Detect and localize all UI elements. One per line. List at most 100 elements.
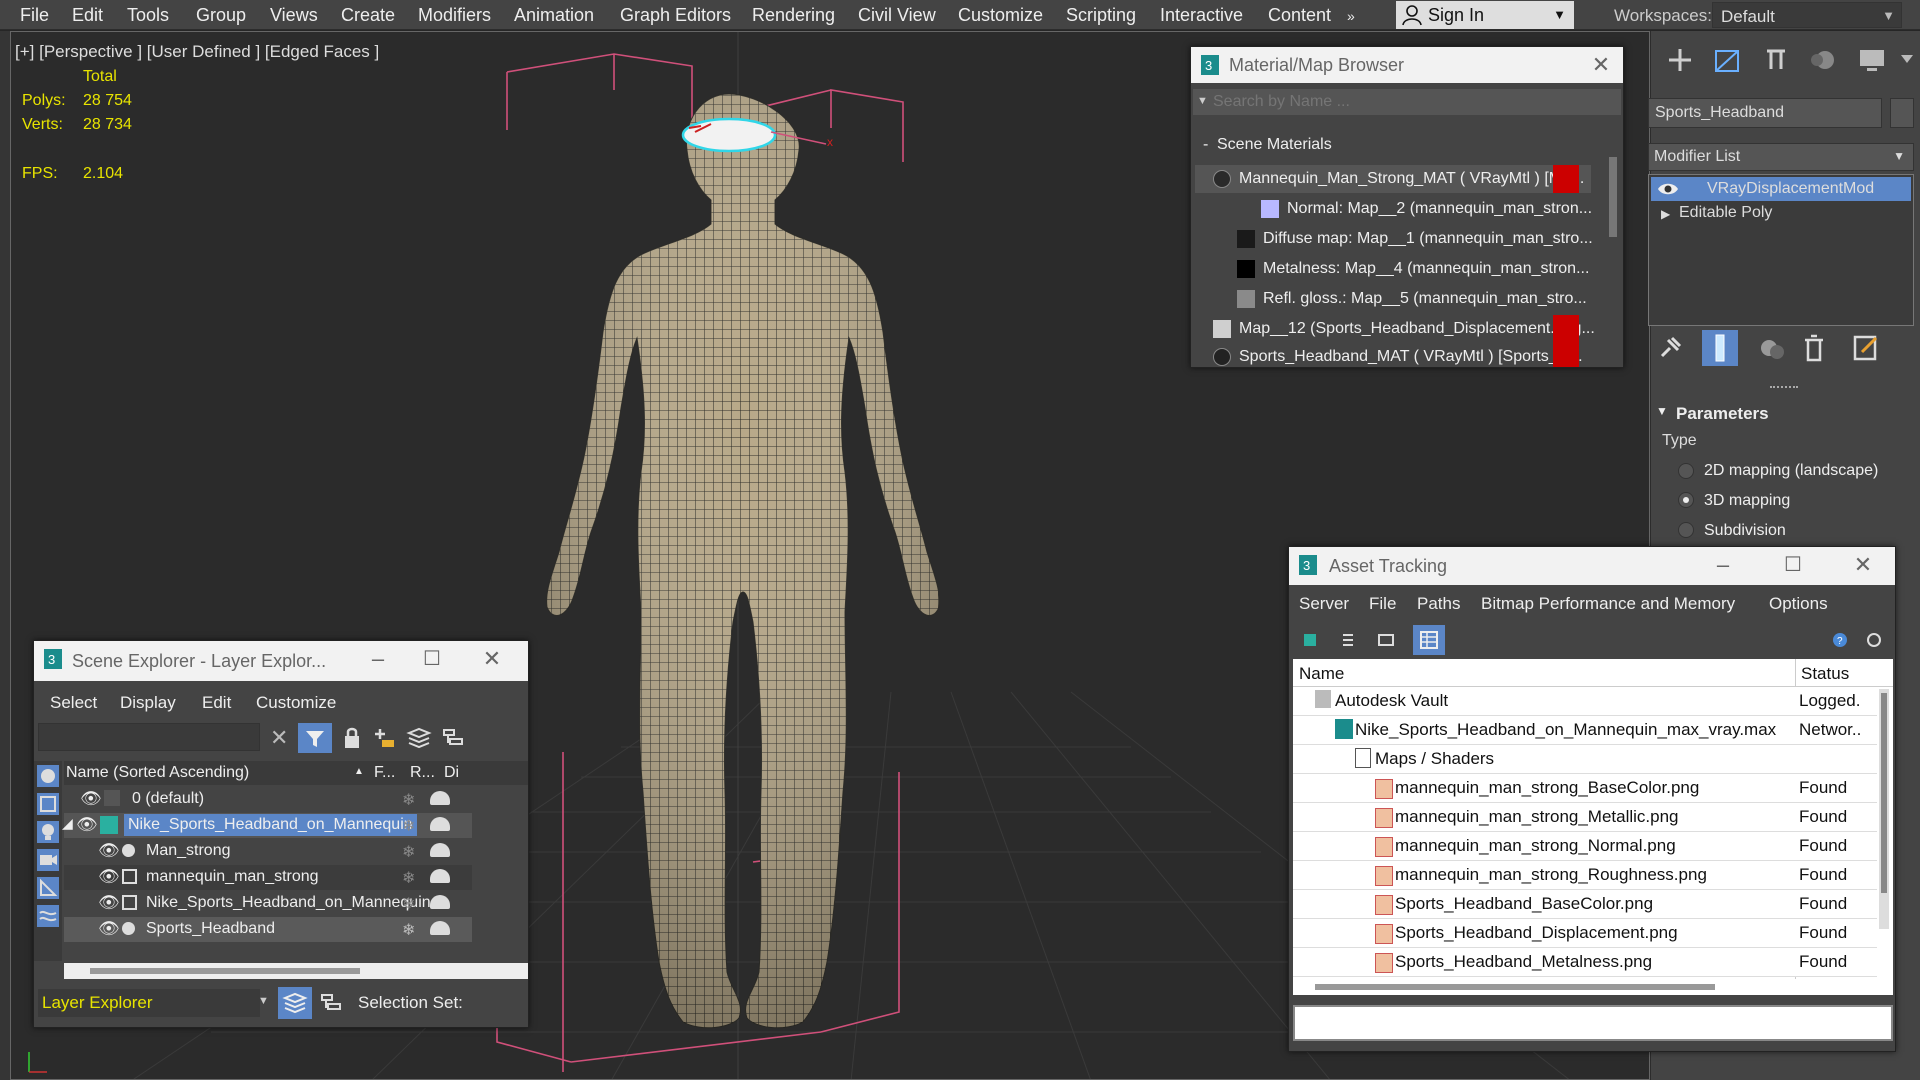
- lock-icon[interactable]: [340, 725, 364, 751]
- material-browser-titlebar[interactable]: 3 Material/Map Browser ✕: [1191, 47, 1623, 83]
- menu-customize[interactable]: Customize: [256, 693, 336, 713]
- freeze-icon[interactable]: ❄: [402, 790, 415, 810]
- lights-filter-icon[interactable]: [37, 821, 59, 843]
- asset-row[interactable]: Sports_Headband_Displacement.png Found: [1293, 919, 1877, 948]
- layer-row[interactable]: 👁 0 (default) ❄: [64, 787, 472, 812]
- scrollbar-thumb[interactable]: [1315, 984, 1715, 990]
- material-search-input[interactable]: [1213, 91, 1613, 113]
- menu-select[interactable]: Select: [50, 693, 97, 713]
- horizontal-scrollbar[interactable]: [64, 963, 528, 979]
- close-icon[interactable]: ✕: [1849, 551, 1877, 579]
- search-options-icon[interactable]: ▼: [1197, 95, 1208, 107]
- layers-icon[interactable]: [406, 725, 432, 751]
- freeze-icon[interactable]: ❄: [402, 816, 415, 836]
- asset-row[interactable]: mannequin_man_strong_Metallic.png Found: [1293, 803, 1877, 832]
- horizontal-scrollbar[interactable]: [1293, 979, 1893, 995]
- asset-tracking-titlebar[interactable]: 3 Asset Tracking – ☐ ✕: [1289, 547, 1895, 585]
- scene-search-input[interactable]: [38, 723, 260, 751]
- menu-content[interactable]: Content: [1268, 5, 1331, 26]
- render-teapot-icon[interactable]: [430, 921, 450, 935]
- material-item[interactable]: Sports_Headband_MAT ( VRayMtl ) [Sports_…: [1195, 343, 1591, 371]
- menu-modifiers[interactable]: Modifiers: [418, 5, 491, 26]
- filter-icon[interactable]: [298, 723, 332, 753]
- shapes-filter-icon[interactable]: [37, 793, 59, 815]
- sign-in-button[interactable]: Sign In ▼: [1396, 1, 1574, 29]
- asset-row[interactable]: mannequin_man_strong_BaseColor.png Found: [1293, 774, 1877, 803]
- radio-subdivision[interactable]: [1678, 522, 1694, 538]
- eye-icon[interactable]: 👁: [98, 841, 120, 861]
- menu-rendering[interactable]: Rendering: [752, 5, 835, 26]
- object-name-field[interactable]: Sports_Headband: [1648, 98, 1882, 128]
- menu-edit[interactable]: Edit: [72, 5, 103, 26]
- close-icon[interactable]: ✕: [1587, 51, 1615, 79]
- minimize-icon[interactable]: –: [1709, 551, 1737, 579]
- modifier-list-dropdown[interactable]: Modifier List ▼: [1648, 143, 1914, 171]
- expand-arrow-icon[interactable]: ◢: [62, 815, 73, 832]
- column-status[interactable]: Status: [1801, 664, 1849, 684]
- spacewarps-filter-icon[interactable]: [37, 905, 59, 927]
- settings-icon[interactable]: [1863, 629, 1885, 651]
- eye-icon[interactable]: [1657, 180, 1679, 198]
- asset-row[interactable]: Nike_Sports_Headband_on_Mannequin_max_vr…: [1293, 716, 1877, 745]
- map-item[interactable]: Refl. gloss.: Map__5 (mannequin_man_stro…: [1195, 285, 1591, 313]
- object-row[interactable]: 👁 mannequin_man_strong ❄: [64, 865, 472, 890]
- list-view-icon[interactable]: [1337, 629, 1359, 651]
- viewport-label[interactable]: [+] [Perspective ] [User Defined ] [Edge…: [15, 42, 379, 62]
- modify-tab-icon[interactable]: [1711, 43, 1745, 77]
- layer-row[interactable]: ◢ 👁 Nike_Sports_Headband_on_Mannequin ❄: [62, 813, 472, 838]
- menu-options[interactable]: Options: [1769, 594, 1828, 614]
- scene-materials-header[interactable]: - Scene Materials: [1193, 133, 1593, 157]
- column-name[interactable]: Name: [1299, 664, 1344, 684]
- menu-tools[interactable]: Tools: [127, 5, 169, 26]
- eye-icon[interactable]: 👁: [80, 789, 102, 809]
- freeze-icon[interactable]: ❄: [402, 868, 415, 888]
- rollout-title[interactable]: Parameters: [1676, 404, 1769, 424]
- column-frozen[interactable]: F...: [374, 764, 395, 782]
- menu-animation[interactable]: Animation: [514, 5, 594, 26]
- hierarchy-tab-icon[interactable]: [1759, 43, 1793, 77]
- scrollbar-thumb[interactable]: [90, 968, 360, 974]
- table-view-icon[interactable]: [1413, 625, 1445, 655]
- menu-bitmap-performance[interactable]: Bitmap Performance and Memory: [1481, 594, 1735, 614]
- thumbnail-view-icon[interactable]: [1375, 629, 1397, 651]
- collapse-arrow-icon[interactable]: ▼: [1656, 404, 1668, 418]
- menu-graph-editors[interactable]: Graph Editors: [620, 5, 731, 26]
- show-end-result-icon[interactable]: [1702, 330, 1738, 366]
- object-row[interactable]: 👁 Nike_Sports_Headband_on_Mannequin ❄: [64, 891, 472, 916]
- help-icon[interactable]: ?: [1829, 629, 1851, 651]
- refresh-icon[interactable]: [1299, 629, 1321, 651]
- menu-interactive[interactable]: Interactive: [1160, 5, 1243, 26]
- material-search-bar[interactable]: ▼: [1193, 89, 1621, 115]
- eye-icon[interactable]: 👁: [98, 893, 120, 913]
- vertical-scrollbar[interactable]: [1879, 689, 1889, 929]
- menu-server[interactable]: Server: [1299, 594, 1349, 614]
- material-item[interactable]: Mannequin_Man_Strong_MAT ( VRayMtl ) [Ma…: [1195, 165, 1591, 193]
- menu-overflow[interactable]: »: [1347, 8, 1355, 24]
- layers-mode-icon[interactable]: [278, 987, 312, 1019]
- hierarchy-icon[interactable]: [440, 725, 466, 751]
- radio-3d-mapping[interactable]: [1678, 492, 1694, 508]
- minimize-icon[interactable]: –: [364, 645, 392, 673]
- menu-scripting[interactable]: Scripting: [1066, 5, 1136, 26]
- column-display[interactable]: Di: [444, 764, 459, 782]
- add-layer-icon[interactable]: [372, 725, 398, 751]
- render-teapot-icon[interactable]: [430, 843, 450, 857]
- object-color-swatch[interactable]: [1890, 98, 1914, 128]
- scrollbar-thumb[interactable]: [1881, 693, 1887, 893]
- freeze-icon[interactable]: ❄: [402, 920, 415, 940]
- menu-customize[interactable]: Customize: [958, 5, 1043, 26]
- geometry-filter-icon[interactable]: [37, 765, 59, 787]
- explorer-type-dropdown[interactable]: Layer Explorer: [38, 989, 260, 1017]
- create-tab-icon[interactable]: [1663, 43, 1697, 77]
- clear-search-icon[interactable]: ✕: [270, 725, 288, 751]
- configure-sets-icon[interactable]: [1848, 330, 1884, 366]
- asset-row[interactable]: Sports_Headband_BaseColor.png Found: [1293, 890, 1877, 919]
- radio-2d-mapping[interactable]: [1678, 463, 1694, 479]
- menu-file[interactable]: File: [20, 5, 49, 26]
- map-item[interactable]: Map__12 (Sports_Headband_Displacement.pn…: [1195, 315, 1595, 343]
- make-unique-icon[interactable]: [1754, 330, 1790, 366]
- utilities-tab-icon[interactable]: [1897, 43, 1917, 77]
- pin-stack-icon[interactable]: [1652, 330, 1688, 366]
- map-item[interactable]: Metalness: Map__4 (mannequin_man_stron..…: [1195, 255, 1591, 283]
- stack-item-vraydisplacementmod[interactable]: VRayDisplacementMod: [1651, 177, 1911, 201]
